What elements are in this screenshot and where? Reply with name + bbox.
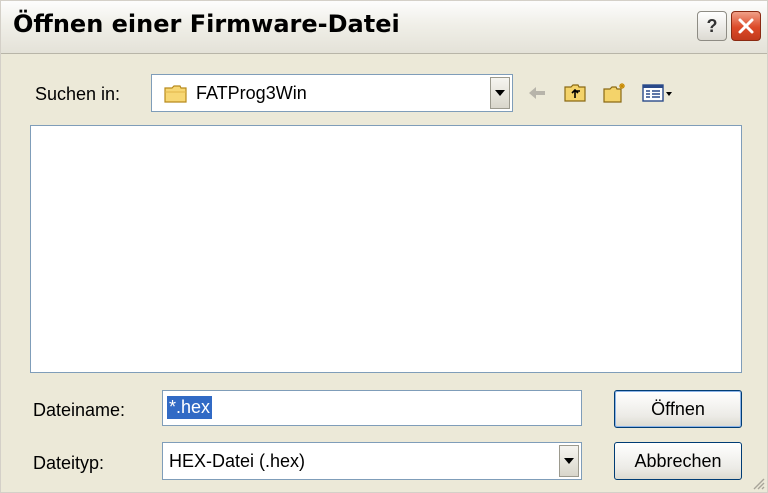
chevron-down-icon: [495, 90, 505, 96]
look-in-value: FATProg3Win: [196, 83, 307, 103]
file-type-value: HEX-Datei (.hex): [169, 451, 306, 471]
file-type-dropdown-arrow[interactable]: [559, 445, 579, 477]
back-button[interactable]: [525, 81, 549, 105]
svg-text:?: ?: [707, 16, 718, 36]
look-in-dropdown[interactable]: FATProg3Win: [151, 74, 513, 112]
file-type-dropdown[interactable]: HEX-Datei (.hex): [162, 442, 582, 480]
up-folder-icon: [564, 84, 586, 102]
view-menu-icon: [642, 84, 672, 102]
up-folder-button[interactable]: [563, 81, 587, 105]
file-name-label: Dateiname:: [33, 400, 126, 420]
back-arrow-icon: [529, 87, 545, 99]
new-folder-button[interactable]: [603, 81, 627, 105]
cancel-button[interactable]: Abbrechen: [614, 442, 742, 480]
close-icon: [738, 18, 754, 34]
close-button[interactable]: [731, 11, 761, 41]
chevron-down-icon: [564, 458, 574, 464]
title-bar: Öffnen einer Firmware-Datei ?: [1, 1, 767, 54]
resize-grip-icon[interactable]: [751, 476, 765, 490]
file-type-label: Dateityp:: [33, 453, 105, 473]
help-icon: ?: [707, 16, 718, 36]
help-button[interactable]: ?: [697, 11, 727, 41]
folder-icon: [164, 85, 187, 103]
open-button[interactable]: Öffnen: [614, 390, 742, 428]
look-in-label: Suchen in:: [35, 84, 121, 104]
open-file-dialog: Öffnen einer Firmware-Datei ? Suchen in:…: [0, 0, 768, 493]
look-in-dropdown-arrow[interactable]: [490, 77, 510, 109]
file-list[interactable]: [30, 125, 742, 373]
new-folder-icon: [603, 83, 625, 103]
file-name-value: *.hex: [167, 396, 213, 419]
file-name-input[interactable]: *.hex: [162, 390, 582, 426]
view-menu-button[interactable]: [641, 81, 675, 105]
dialog-title: Öffnen einer Firmware-Datei: [13, 10, 400, 38]
